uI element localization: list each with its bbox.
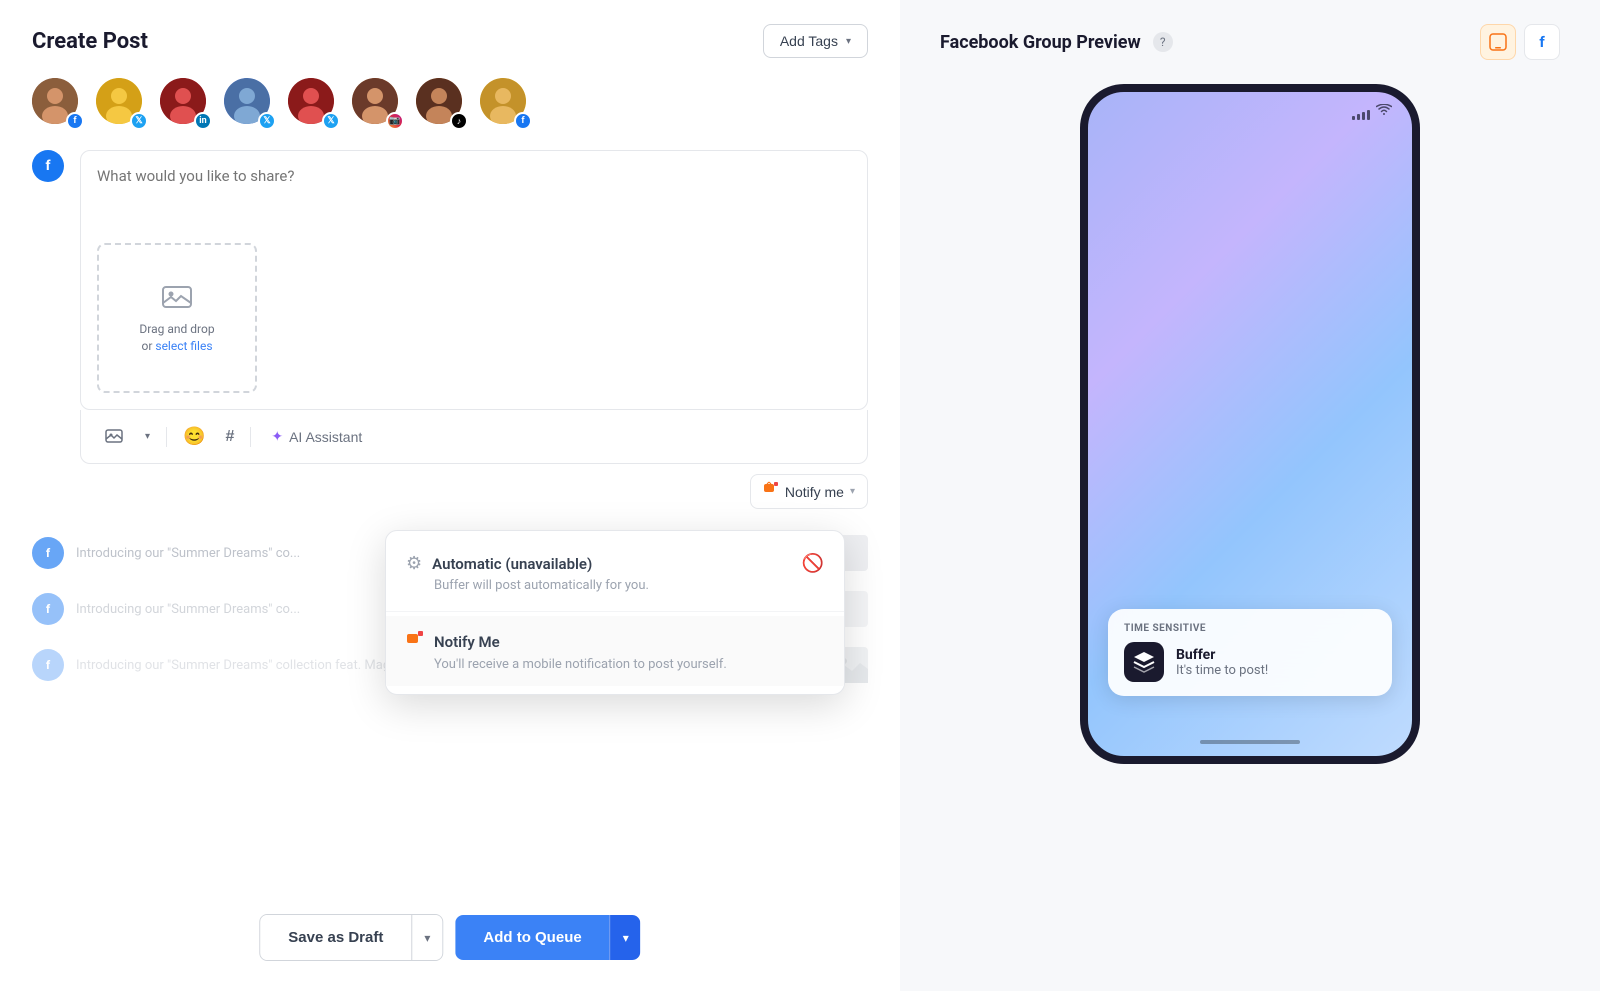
- selected-account-icon: f: [32, 150, 64, 182]
- automatic-title: Automatic (unavailable): [432, 555, 592, 573]
- avatar-account-2[interactable]: 𝕏: [96, 78, 148, 130]
- save-draft-dropdown-button[interactable]: ▾: [411, 915, 442, 960]
- notify-me-option[interactable]: Notify Me You'll receive a mobile notifi…: [386, 616, 844, 686]
- facebook-preview-tab[interactable]: f: [1524, 24, 1560, 60]
- avatar-account-3[interactable]: in: [160, 78, 212, 130]
- media-dropdown-button[interactable]: ▾: [137, 425, 158, 448]
- buffer-app-icon: [1124, 642, 1164, 682]
- right-panel: Facebook Group Preview ? f: [900, 0, 1600, 991]
- facebook-badge: f: [66, 112, 84, 130]
- select-files-link[interactable]: select files: [155, 339, 212, 353]
- preview-tabs: f: [1480, 24, 1560, 60]
- add-to-queue-group: Add to Queue ▾: [455, 915, 640, 960]
- notification-text: Buffer It's time to post!: [1176, 647, 1376, 678]
- hashtag-button[interactable]: #: [217, 422, 242, 452]
- notify-row: Notify me ▾: [80, 464, 868, 513]
- preview-header: Facebook Group Preview ? f: [940, 24, 1560, 60]
- upload-instruction: Drag and drop or select files: [139, 321, 214, 355]
- add-tags-button[interactable]: Add Tags ▾: [763, 24, 868, 58]
- tiktok-badge: ♪: [450, 112, 468, 130]
- phone-home-indicator: [1200, 740, 1300, 744]
- emoji-button[interactable]: 😊: [175, 420, 213, 453]
- notify-label: Notify me: [785, 484, 844, 500]
- add-to-queue-button[interactable]: Add to Queue: [455, 915, 609, 960]
- media-button[interactable]: [97, 421, 133, 453]
- automatic-icon: ⚙: [406, 553, 422, 574]
- add-tags-label: Add Tags: [780, 33, 838, 49]
- chevron-down-icon: ▾: [145, 431, 150, 442]
- app-name: Buffer: [1176, 647, 1376, 663]
- queue-account-icon-2: f: [32, 593, 64, 625]
- compose-area: Drag and drop or select files: [80, 150, 868, 410]
- compose-textarea[interactable]: [97, 167, 851, 227]
- ai-assistant-button[interactable]: ✦ AI Assistant: [259, 422, 374, 451]
- avatar-account-8[interactable]: f: [480, 78, 532, 130]
- twitter-badge-3: 𝕏: [322, 112, 340, 130]
- notify-me-icon: [406, 630, 424, 653]
- facebook-badge-2: f: [514, 112, 532, 130]
- twitter-badge: 𝕏: [130, 112, 148, 130]
- facebook-icon: f: [1539, 33, 1544, 51]
- avatar-account-1[interactable]: f: [32, 78, 84, 130]
- unavailable-icon: 🚫: [802, 553, 824, 574]
- ai-icon: ✦: [271, 428, 283, 445]
- notify-me-title: Notify Me: [434, 633, 500, 651]
- avatar-row: f 𝕏 in: [32, 78, 868, 130]
- phone-mockup: TIME SENSITIVE Buffer It's time to post!: [1080, 84, 1420, 764]
- avatar-account-4[interactable]: 𝕏: [224, 78, 276, 130]
- twitter-badge-2: 𝕏: [258, 112, 276, 130]
- add-to-queue-dropdown-button[interactable]: ▾: [610, 915, 641, 960]
- emoji-icon: 😊: [183, 426, 205, 447]
- instagram-badge: 📷: [386, 112, 404, 130]
- signal-bars-icon: [1352, 104, 1370, 120]
- ai-label: AI Assistant: [289, 429, 362, 445]
- notification-label: TIME SENSITIVE: [1124, 623, 1376, 634]
- automatic-description: Buffer will post automatically for you.: [434, 578, 824, 593]
- page-title: Create Post: [32, 29, 148, 54]
- image-icon: [161, 281, 193, 313]
- bottom-actions: Save as Draft ▾ Add to Queue ▾: [259, 914, 640, 961]
- notify-me-button[interactable]: Notify me ▾: [750, 474, 868, 509]
- dropdown-divider: [386, 611, 844, 612]
- compose-toolbar: ▾ 😊 # ✦ AI Assistant: [80, 410, 868, 464]
- notification-content: Buffer It's time to post!: [1124, 642, 1376, 682]
- left-panel: Create Post Add Tags ▾ f: [0, 0, 900, 991]
- wifi-icon: [1376, 104, 1392, 120]
- linkedin-badge: in: [194, 112, 212, 130]
- avatar-account-7[interactable]: ♪: [416, 78, 468, 130]
- help-icon[interactable]: ?: [1153, 32, 1173, 52]
- avatar-account-5[interactable]: 𝕏: [288, 78, 340, 130]
- create-post-header: Create Post Add Tags ▾: [32, 24, 868, 58]
- avatar-account-6[interactable]: 📷: [352, 78, 404, 130]
- toolbar-divider-2: [250, 427, 251, 447]
- automatic-option[interactable]: ⚙ Automatic (unavailable) 🚫 Buffer will …: [386, 539, 844, 607]
- notify-dropdown: ⚙ Automatic (unavailable) 🚫 Buffer will …: [385, 530, 845, 695]
- preview-title: Facebook Group Preview: [940, 32, 1141, 53]
- notification-message: It's time to post!: [1176, 663, 1376, 678]
- hashtag-icon: #: [225, 428, 234, 446]
- notify-me-description: You'll receive a mobile notification to …: [434, 657, 824, 672]
- image-toolbar-icon: [105, 427, 125, 447]
- notify-icon: [763, 481, 779, 502]
- notify-chevron: ▾: [850, 486, 855, 497]
- toolbar-divider: [166, 427, 167, 447]
- chevron-down-icon: ▾: [846, 36, 851, 47]
- queue-account-icon-3: f: [32, 649, 64, 681]
- notification-card: TIME SENSITIVE Buffer It's time to post!: [1108, 609, 1392, 696]
- phone-status-bar: [1088, 92, 1412, 124]
- mobile-preview-tab[interactable]: [1480, 24, 1516, 60]
- save-draft-button[interactable]: Save as Draft: [260, 915, 411, 960]
- save-draft-group: Save as Draft ▾: [259, 914, 443, 961]
- queue-account-icon: f: [32, 537, 64, 569]
- file-upload-area[interactable]: Drag and drop or select files: [97, 243, 257, 393]
